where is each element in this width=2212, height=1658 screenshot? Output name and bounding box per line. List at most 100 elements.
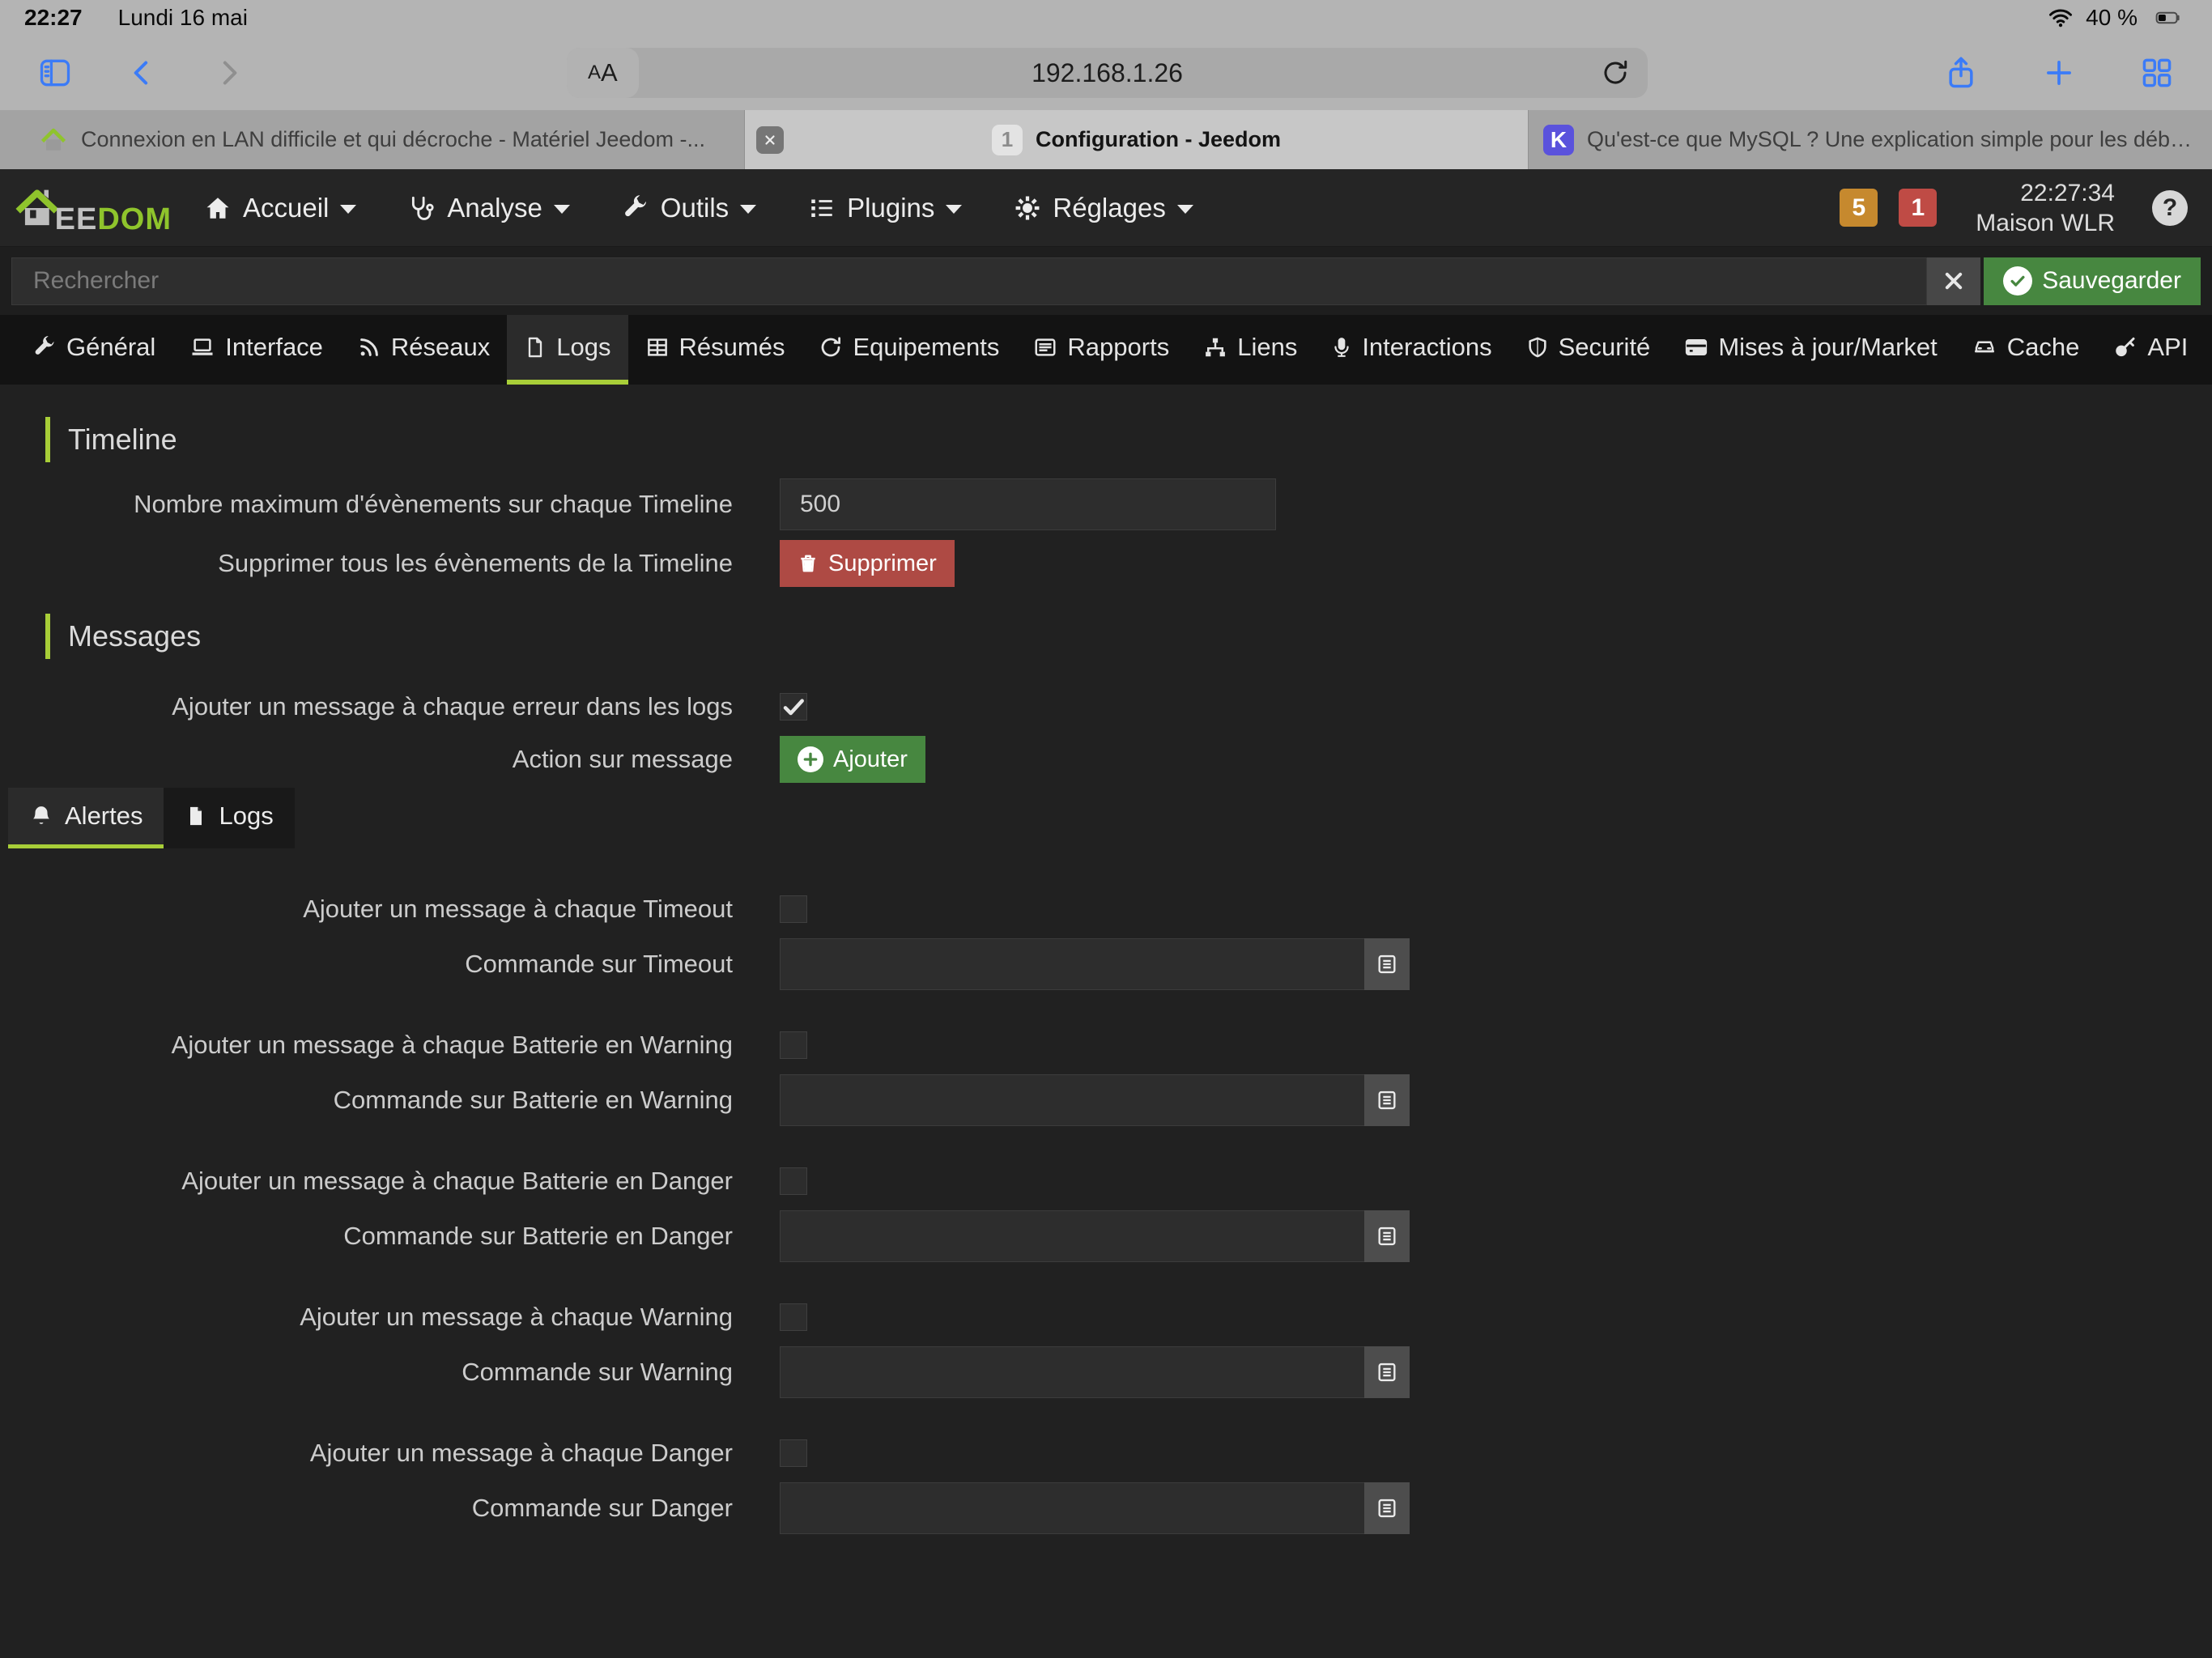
tab-liens[interactable]: Liens [1186, 315, 1314, 385]
alert-checkbox-label: Ajouter un message à chaque Danger [0, 1439, 733, 1468]
config-content: Timeline Nombre maximum d'évènements sur… [0, 385, 2212, 1534]
browser-tab-jeedom-forum[interactable]: Connexion en LAN difficile et qui décroc… [0, 110, 745, 169]
alert-checkbox-label: Ajouter un message à chaque Batterie en … [0, 1031, 733, 1060]
delete-timeline-button[interactable]: Supprimer [780, 540, 955, 587]
alert-group-battery-danger: Ajouter un message à chaque Batterie en … [0, 1163, 2212, 1262]
key-icon [2113, 335, 2138, 359]
add-action-button[interactable]: Ajouter [780, 736, 925, 783]
close-icon [1942, 270, 1965, 292]
reload-icon[interactable] [1601, 58, 1630, 87]
timeout-command-input[interactable] [780, 938, 1364, 990]
tab-reseaux[interactable]: Réseaux [340, 315, 507, 385]
safari-tab-strip: Connexion en LAN difficile et qui décroc… [0, 110, 2212, 169]
rss-icon [357, 335, 381, 359]
car-icon [1972, 335, 1997, 359]
file-icon [524, 335, 547, 359]
subtab-logs[interactable]: Logs [164, 788, 294, 848]
section-title-timeline: Timeline [45, 417, 2212, 462]
close-tab-icon[interactable] [756, 126, 784, 154]
tab-api[interactable]: API [2096, 315, 2205, 385]
delete-timeline-row: Supprimer tous les évènements de la Time… [0, 540, 2212, 587]
tab-resumes[interactable]: Résumés [628, 315, 802, 385]
menu-reglages[interactable]: Réglages [1014, 193, 1193, 223]
tab-mises-a-jour-market[interactable]: Mises à jour/Market [1667, 315, 1954, 385]
safari-toolbar: ••• AA 192.168.1.26 [0, 36, 2212, 110]
tab-general[interactable]: Général [0, 315, 172, 385]
browser-tab-mysql[interactable]: K Qu'est-ce que MySQL ? Une explication … [1529, 110, 2211, 169]
table-icon [645, 335, 670, 359]
command-label: Commande sur Batterie en Danger [0, 1222, 733, 1251]
clear-search-button[interactable] [1927, 257, 1980, 305]
command-picker-button[interactable] [1364, 1482, 1410, 1534]
share-icon[interactable] [1943, 53, 1979, 92]
max-events-input[interactable] [780, 478, 1276, 530]
delete-timeline-label: Supprimer tous les évènements de la Time… [0, 549, 733, 578]
list-select-icon [1376, 1497, 1398, 1520]
error-message-checkbox[interactable] [780, 693, 807, 721]
jeedom-logo[interactable]: EEDOM [13, 179, 172, 237]
k-letter-favicon: K [1543, 125, 1574, 155]
browser-tab-title: Configuration - Jeedom [1036, 127, 1281, 152]
alert-group-warning: Ajouter un message à chaque Warning Comm… [0, 1299, 2212, 1398]
menu-outils[interactable]: Outils [622, 193, 756, 223]
search-input[interactable] [11, 257, 1927, 305]
report-icon [1033, 335, 1057, 359]
save-button[interactable]: Sauvegarder [1984, 257, 2201, 305]
alert-group-battery-warning: Ajouter un message à chaque Batterie en … [0, 1027, 2212, 1126]
tab-logs[interactable]: Logs [507, 315, 627, 385]
status-time: 22:27 [24, 5, 83, 31]
command-picker-button[interactable] [1364, 1210, 1410, 1262]
tab-overview-icon[interactable] [2139, 55, 2175, 91]
warning-command-input[interactable] [780, 1346, 1364, 1398]
tab-interface[interactable]: Interface [172, 315, 340, 385]
forward-icon[interactable] [212, 57, 245, 89]
menu-analyse[interactable]: Analyse [408, 193, 569, 223]
error-message-row: Ajouter un message à chaque erreur dans … [0, 688, 2212, 725]
tab-securite[interactable]: Securité [1509, 315, 1668, 385]
ipad-screen: 22:27 Lundi 16 mai 40 % ••• AA 192.168.1… [0, 0, 2212, 1658]
gear-icon [1014, 194, 1041, 222]
battery-danger-checkbox[interactable] [780, 1167, 807, 1195]
tab-equipements[interactable]: Equipements [802, 315, 1016, 385]
back-icon[interactable] [126, 57, 159, 89]
jeedom-navbar: EEDOM Accueil Analyse Outils Plugins Rég… [0, 169, 2212, 247]
command-picker-button[interactable] [1364, 1346, 1410, 1398]
list-select-icon [1376, 1225, 1398, 1248]
microphone-icon [1331, 335, 1352, 359]
action-message-row: Action sur message Ajouter [0, 736, 2212, 783]
action-message-label: Action sur message [0, 745, 733, 774]
new-tab-icon[interactable] [2042, 56, 2076, 90]
danger-checkbox[interactable] [780, 1439, 807, 1467]
tab-interactions[interactable]: Interactions [1314, 315, 1508, 385]
battery-icon [2149, 6, 2188, 30]
battery-warning-command-input[interactable] [780, 1074, 1364, 1126]
battery-warning-checkbox[interactable] [780, 1031, 807, 1059]
update-count-badge[interactable]: 5 [1840, 189, 1878, 227]
command-label: Commande sur Danger [0, 1494, 733, 1523]
numbered-badge-favicon: 1 [992, 125, 1023, 155]
config-tab-bar: Général Interface Réseaux Logs Résumés E… [0, 315, 2212, 385]
timeout-checkbox[interactable] [780, 895, 807, 923]
clock-time: 22:27:34 [1976, 178, 2115, 208]
sidebar-icon[interactable] [37, 55, 73, 91]
browser-tab-title: Connexion en LAN difficile et qui décroc… [81, 127, 705, 152]
tab-rapports[interactable]: Rapports [1016, 315, 1186, 385]
tab-cache[interactable]: Cache [1955, 315, 2097, 385]
help-icon[interactable]: ? [2152, 190, 2188, 226]
subtab-alertes[interactable]: Alertes [8, 788, 164, 848]
message-count-badge[interactable]: 1 [1899, 189, 1937, 227]
url-text[interactable]: 192.168.1.26 [567, 58, 1648, 88]
battery-danger-command-input[interactable] [780, 1210, 1364, 1262]
menu-accueil[interactable]: Accueil [204, 193, 356, 223]
menu-plugins[interactable]: Plugins [808, 193, 962, 223]
command-picker-button[interactable] [1364, 938, 1410, 990]
warning-checkbox[interactable] [780, 1303, 807, 1331]
browser-tab-configuration[interactable]: 1 Configuration - Jeedom [745, 110, 1529, 169]
danger-command-input[interactable] [780, 1482, 1364, 1534]
list-select-icon [1376, 1361, 1398, 1384]
alert-log-subtabs: Alertes Logs [8, 788, 2212, 848]
tab-os-db[interactable]: OS/DB [2205, 315, 2212, 385]
command-picker-button[interactable] [1364, 1074, 1410, 1126]
address-bar[interactable]: AA 192.168.1.26 [567, 48, 1648, 98]
list-select-icon [1376, 1089, 1398, 1112]
